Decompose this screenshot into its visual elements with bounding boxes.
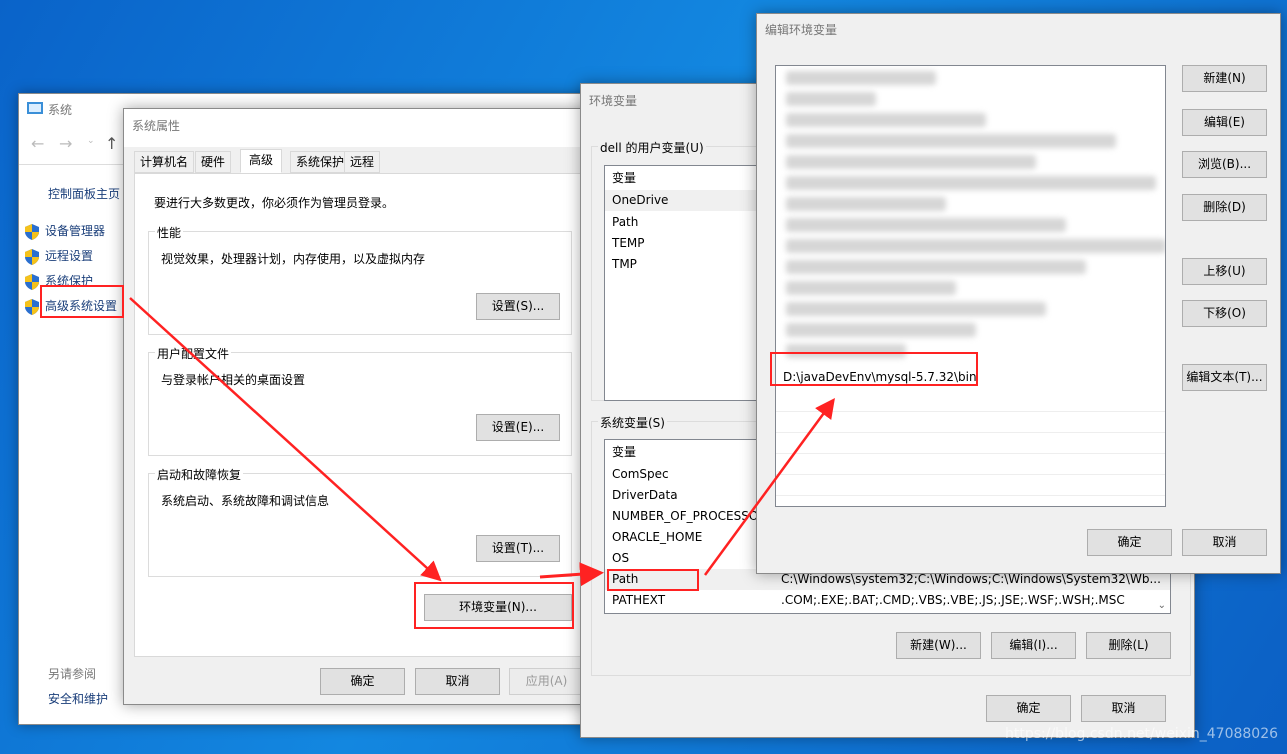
arrow-to-env-button: [129, 297, 442, 582]
arrow-to-path-row: [539, 562, 604, 587]
arrow-to-new-entry: [703, 397, 835, 576]
annotation-arrows: [129, 297, 835, 587]
watermark: https://blog.csdn.net/weixin_47088026: [1005, 726, 1279, 742]
